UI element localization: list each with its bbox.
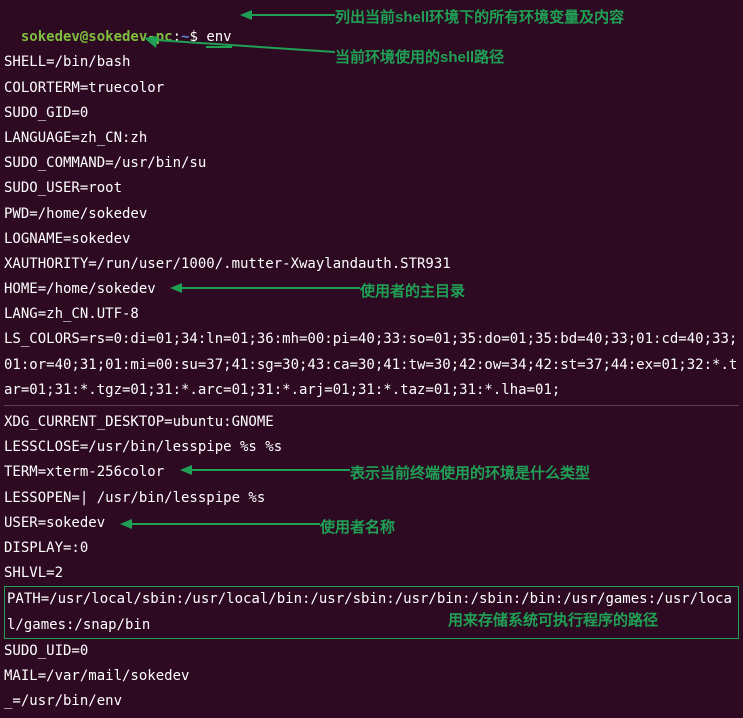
env-lessclose: LESSCLOSE=/usr/bin/lesspipe %s %s bbox=[4, 435, 739, 460]
env-xauthority: XAUTHORITY=/run/user/1000/.mutter-Xwayla… bbox=[4, 252, 739, 277]
annotation-shell: 当前环境使用的shell路径 bbox=[335, 44, 504, 71]
user-host: sokedev@sokedev-pc bbox=[21, 29, 173, 45]
env-mail: MAIL=/var/mail/sokedev bbox=[4, 664, 739, 689]
env-xdg-desktop: XDG_CURRENT_DESKTOP=ubuntu:GNOME bbox=[4, 410, 739, 435]
env-shlvl: SHLVL=2 bbox=[4, 561, 739, 586]
env-sudo-gid: SUDO_GID=0 bbox=[4, 101, 739, 126]
env-ls-colors: LS_COLORS=rs=0:di=01;34:ln=01;36:mh=00:p… bbox=[4, 327, 739, 403]
annotation-path: 用来存储系统可执行程序的路径 bbox=[448, 607, 658, 634]
command-env[interactable]: env bbox=[206, 29, 231, 48]
annotation-user: 使用者名称 bbox=[320, 514, 395, 541]
env-lessopen: LESSOPEN=| /usr/bin/lesspipe %s bbox=[4, 486, 739, 511]
env-lang: LANG=zh_CN.UTF-8 bbox=[4, 302, 739, 327]
env-logname: LOGNAME=sokedev bbox=[4, 227, 739, 252]
env-sudo-command: SUDO_COMMAND=/usr/bin/su bbox=[4, 151, 739, 176]
env-language: LANGUAGE=zh_CN:zh bbox=[4, 126, 739, 151]
env-pwd: PWD=/home/sokedev bbox=[4, 202, 739, 227]
env-sudo-uid: SUDO_UID=0 bbox=[4, 639, 739, 664]
annotation-term: 表示当前终端使用的环境是什么类型 bbox=[350, 460, 590, 487]
prompt-symbol: $ bbox=[189, 29, 197, 45]
annotation-home: 使用者的主目录 bbox=[360, 278, 465, 305]
env-path-box: PATH=/usr/local/sbin:/usr/local/bin:/usr… bbox=[4, 586, 739, 638]
env-sudo-user: SUDO_USER=root bbox=[4, 176, 739, 201]
annotation-env-cmd: 列出当前shell环境下的所有环境变量及内容 bbox=[335, 4, 624, 31]
divider bbox=[4, 405, 739, 406]
colon: : bbox=[173, 29, 181, 45]
env-underscore: _=/usr/bin/env bbox=[4, 689, 739, 714]
env-colorterm: COLORTERM=truecolor bbox=[4, 76, 739, 101]
